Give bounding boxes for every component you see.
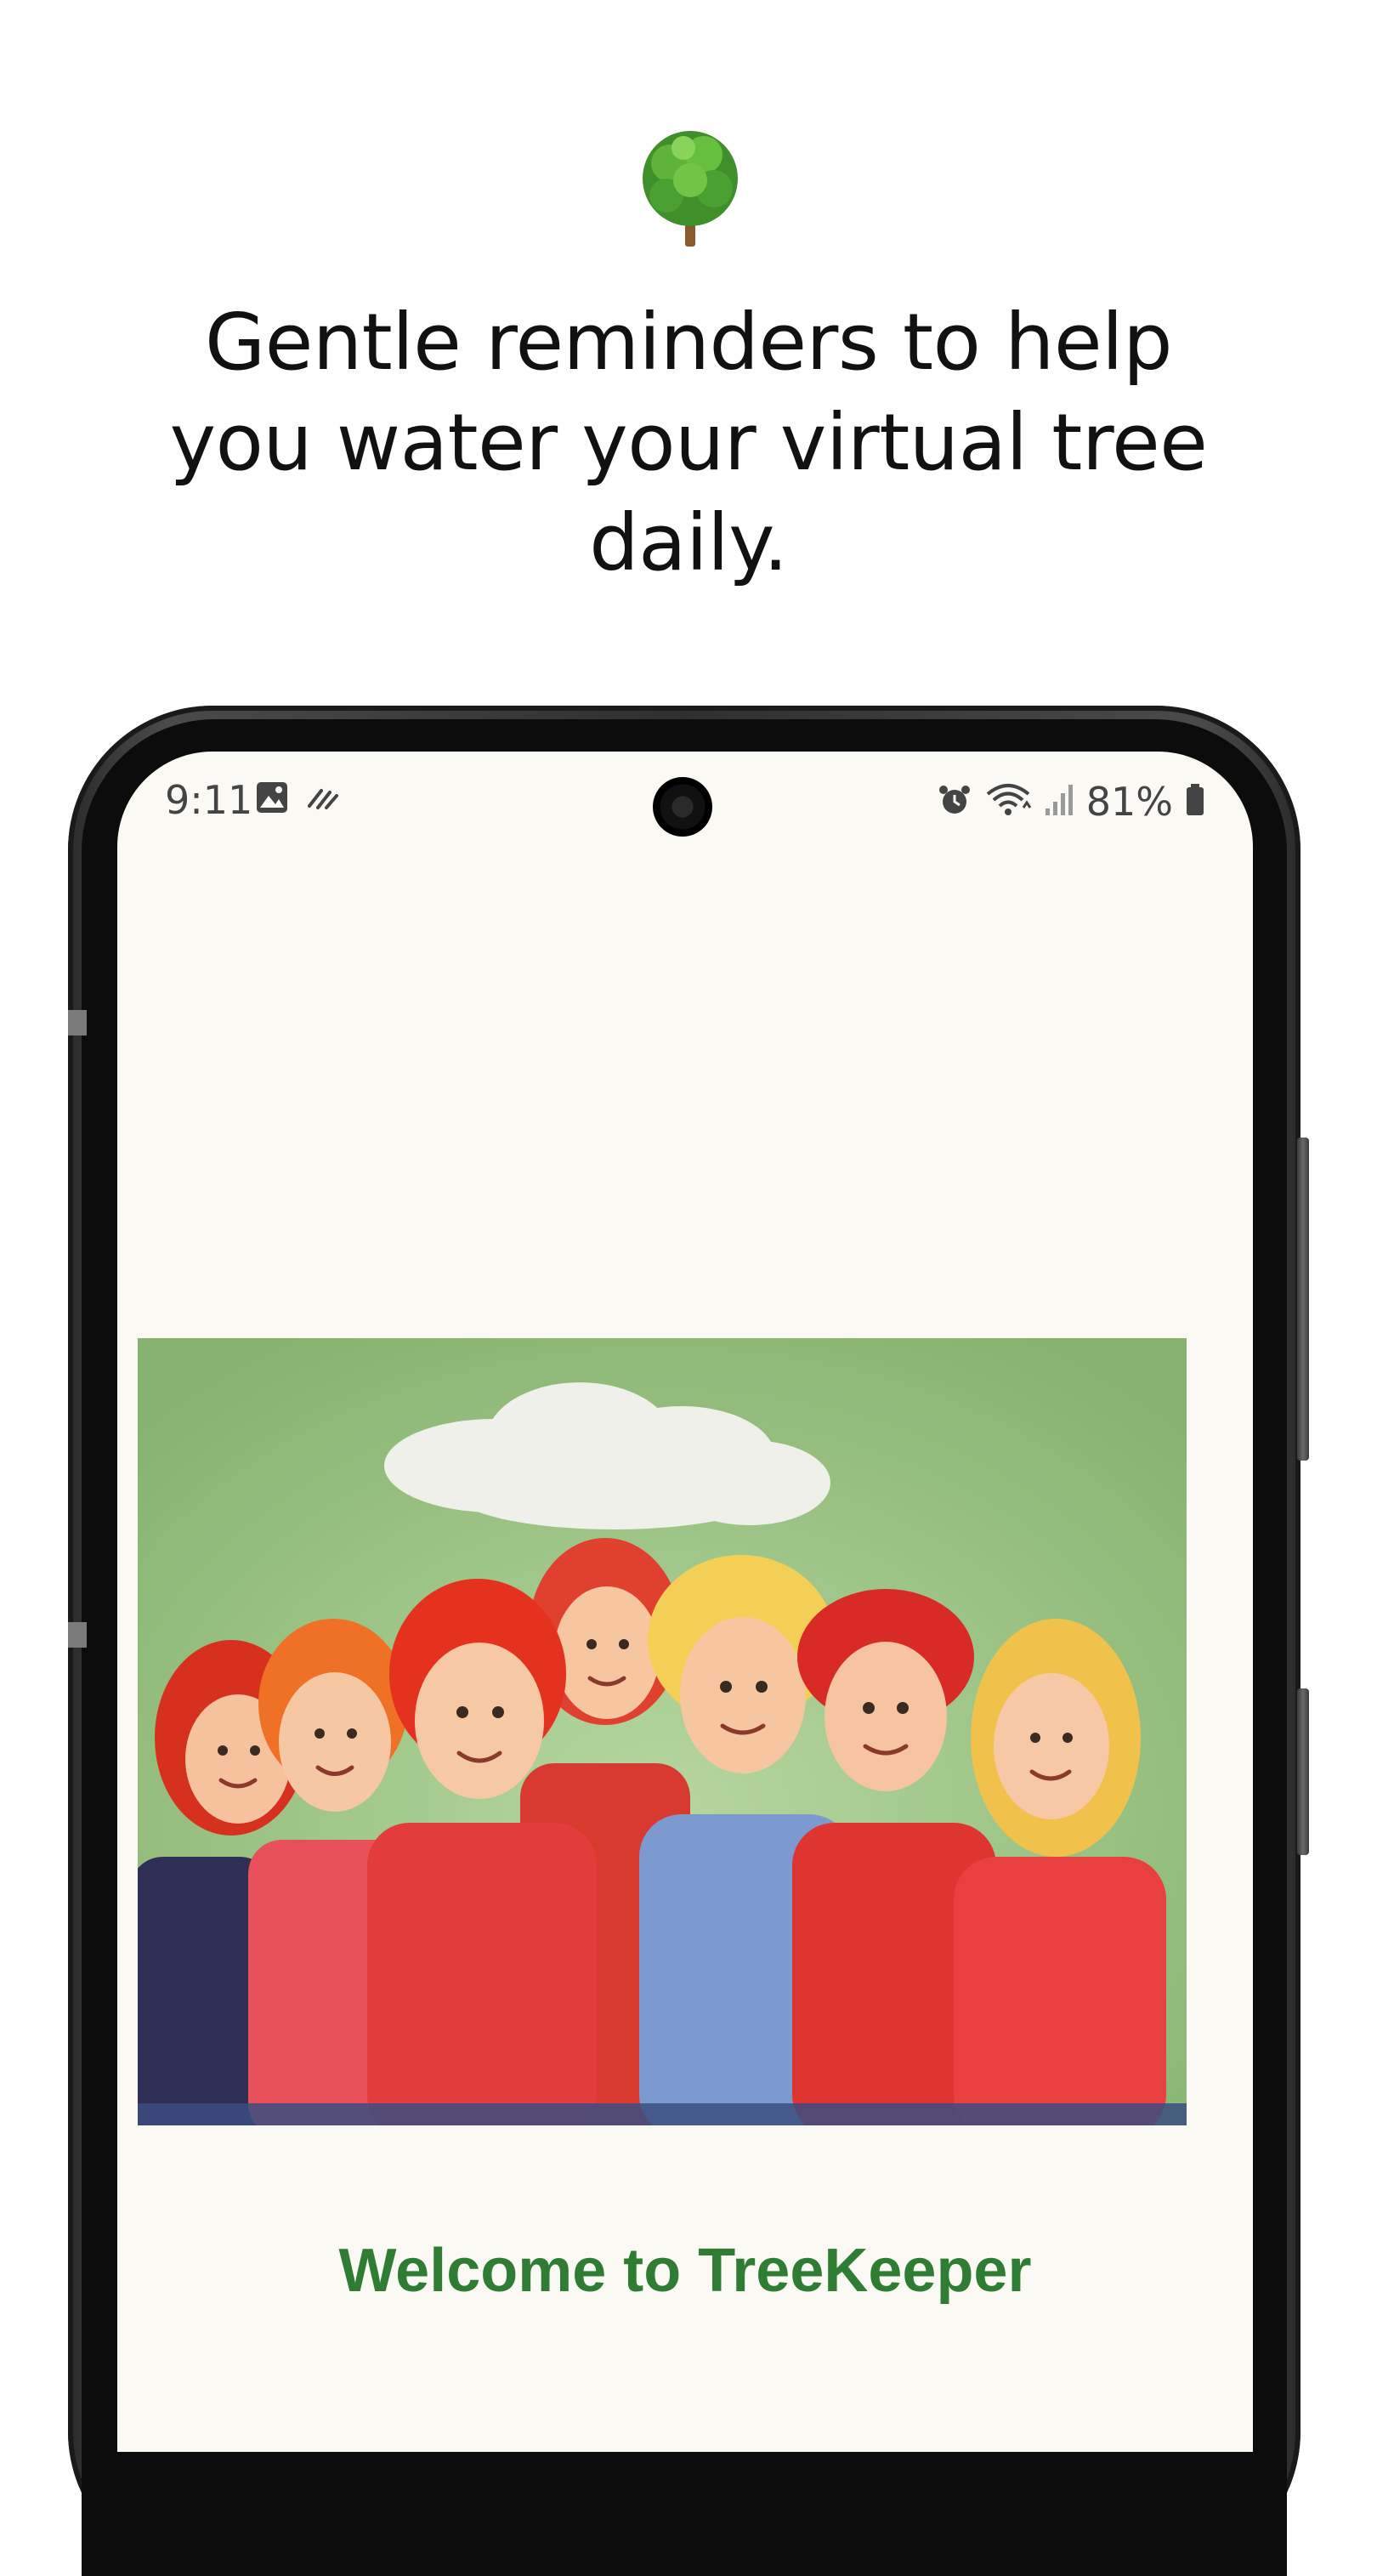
battery-icon <box>1185 783 1205 821</box>
battery-percentage: 81% <box>1085 779 1173 825</box>
power-button <box>1297 1688 1309 1855</box>
frame-antenna-line <box>68 1010 87 1036</box>
status-time: 9:11 <box>165 777 253 823</box>
status-bar: 9:11 81% <box>117 752 1253 845</box>
group-of-people-illustration <box>138 1338 1187 2125</box>
signal-icon <box>1044 783 1074 821</box>
alarm-icon <box>937 782 972 822</box>
status-left-icons <box>255 780 342 819</box>
headline: Gentle reminders to help you water your … <box>169 297 1208 588</box>
wifi-icon <box>984 782 1032 822</box>
volume-button <box>1297 1138 1309 1461</box>
frame-antenna-line <box>68 1622 87 1648</box>
motion-icon <box>304 780 342 819</box>
status-right-icons: 81% <box>937 779 1205 825</box>
front-camera <box>653 777 712 837</box>
phone-screen: 9:11 81% Welcome to TreeKeeper <box>117 752 1253 2452</box>
image-icon <box>255 780 289 819</box>
hero-tree-icon <box>636 129 745 248</box>
welcome-title: Welcome to TreeKeeper <box>338 2237 1032 2305</box>
